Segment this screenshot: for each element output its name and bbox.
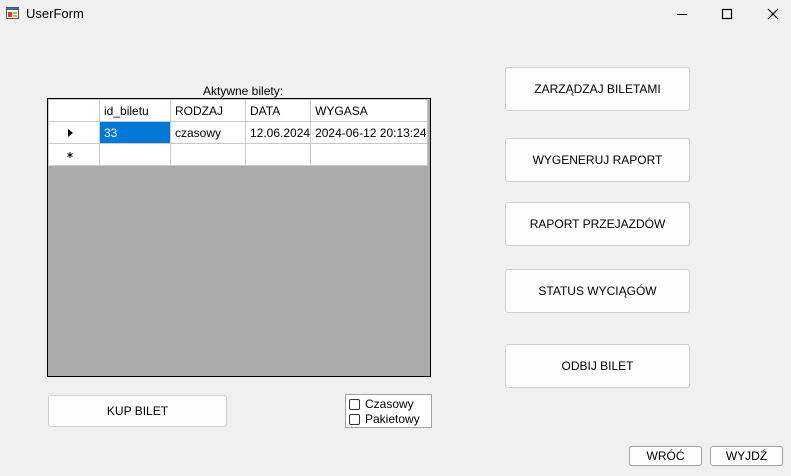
time-ticket-checkbox[interactable]: Czasowy	[349, 397, 414, 411]
column-header-id[interactable]: id_biletu	[99, 99, 171, 122]
app-icon	[6, 7, 19, 19]
new-row-asterisk-icon	[67, 152, 73, 159]
checkbox-box[interactable]	[349, 398, 360, 410]
column-header-type[interactable]: RODZAJ	[170, 99, 246, 122]
window-title: UserForm	[26, 6, 84, 21]
column-header-date[interactable]: DATA	[244, 99, 312, 122]
maximize-button[interactable]	[705, 0, 749, 28]
grid-caption: Aktywne bilety:	[203, 84, 284, 98]
close-icon	[767, 8, 779, 20]
table-row[interactable]: 33 czasowy 12.06.2024 2024-06-12 20:13:2…	[48, 121, 428, 144]
close-button[interactable]	[751, 0, 791, 28]
grid-corner-header[interactable]	[48, 99, 100, 122]
title-bar: UserForm	[0, 0, 791, 28]
tickets-grid[interactable]: id_biletu RODZAJ DATA WYGASA 33 czasowy …	[47, 98, 431, 377]
cell-type-new[interactable]	[170, 143, 246, 166]
package-ticket-checkbox[interactable]: Pakietowy	[349, 412, 420, 426]
cell-date[interactable]: 12.06.2024	[244, 121, 312, 144]
cell-type[interactable]: czasowy	[170, 121, 246, 144]
generate-report-button[interactable]: WYGENERUJ RAPORT	[505, 138, 690, 182]
time-ticket-label[interactable]: Czasowy	[365, 397, 414, 411]
ticket-type-filter: Czasowy Pakietowy	[345, 394, 432, 428]
row-header[interactable]	[48, 121, 100, 144]
grid-header-row: id_biletu RODZAJ DATA WYGASA	[48, 99, 428, 122]
cell-expires[interactable]: 2024-06-12 20:13:24	[310, 121, 428, 144]
cell-id[interactable]: 33	[99, 121, 171, 144]
cell-expires-new[interactable]	[310, 143, 428, 166]
checkbox-box[interactable]	[349, 413, 360, 425]
manage-tickets-button[interactable]: ZARZĄDZAJ BILETAMI	[505, 67, 690, 111]
column-header-expires[interactable]: WYGASA	[310, 99, 428, 122]
minimize-button[interactable]	[660, 0, 704, 28]
current-row-arrow-icon	[68, 129, 73, 138]
maximize-icon	[721, 8, 733, 20]
back-button[interactable]: WRÓĆ	[629, 446, 702, 466]
buy-ticket-button[interactable]: KUP BILET	[48, 395, 227, 427]
exit-button[interactable]: WYJDŹ	[710, 446, 783, 466]
lifts-status-button[interactable]: STATUS WYCIĄGÓW	[505, 269, 690, 313]
stamp-ticket-button[interactable]: ODBIJ BILET	[505, 344, 690, 388]
tickets-table: id_biletu RODZAJ DATA WYGASA 33 czasowy …	[48, 99, 428, 166]
rides-report-button[interactable]: RAPORT PRZEJAZDÓW	[505, 202, 690, 246]
cell-id-new[interactable]	[99, 143, 171, 166]
row-header[interactable]	[48, 143, 100, 166]
table-row-new[interactable]	[48, 143, 428, 166]
minimize-icon	[677, 14, 687, 15]
package-ticket-label[interactable]: Pakietowy	[365, 412, 420, 426]
cell-date-new[interactable]	[244, 143, 312, 166]
